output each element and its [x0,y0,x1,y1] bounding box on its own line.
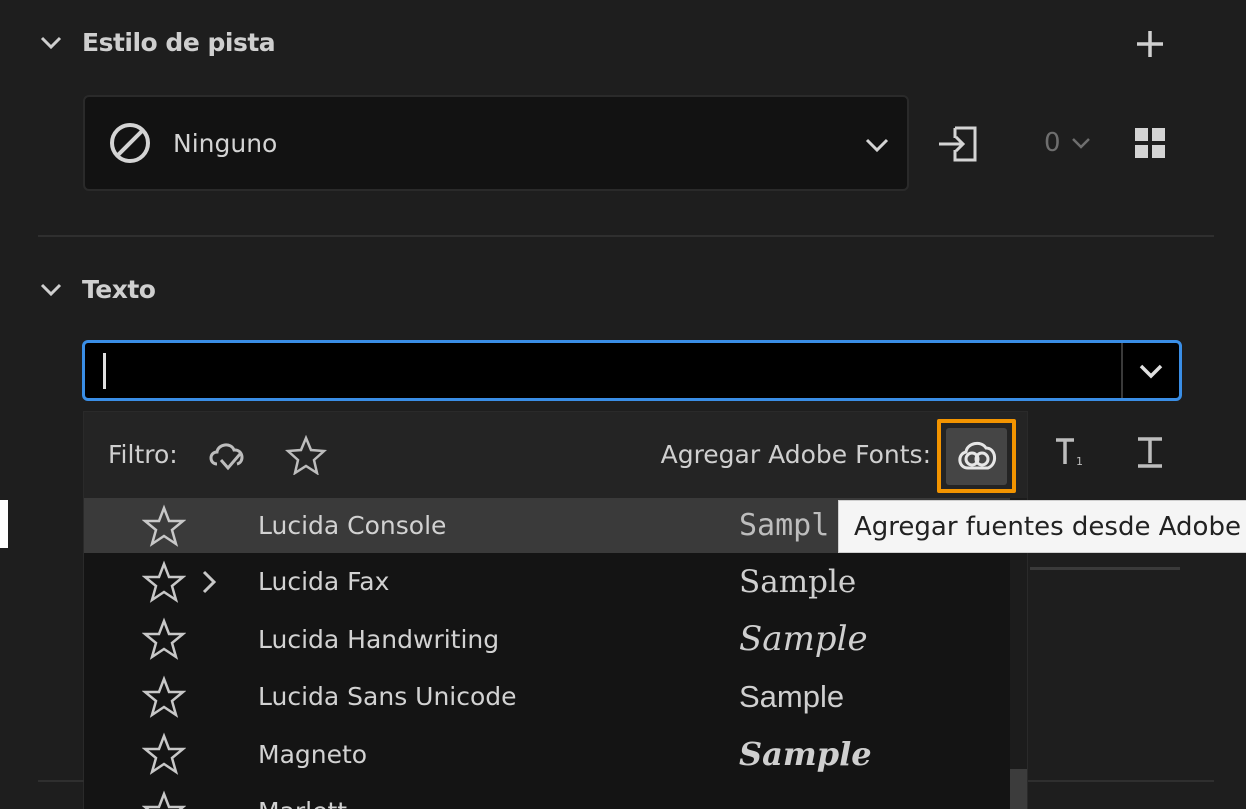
star-icon[interactable] [142,560,186,604]
font-sample: Sample [739,619,868,660]
add-adobe-fonts-button[interactable] [937,419,1016,493]
text-section-title: Texto [82,275,156,304]
font-list-item[interactable]: Lucida Handwriting Sample [84,611,1010,669]
text-section-header[interactable]: Texto [38,275,156,304]
sync-filter-icon[interactable] [206,436,250,476]
track-style-value: Ninguno [173,128,278,158]
track-style-header[interactable]: Estilo de pista [38,28,276,57]
chevron-down-icon[interactable] [38,277,64,303]
font-name: Lucida Handwriting [258,624,500,654]
font-name: Marlett [258,797,347,809]
chevron-right-icon[interactable] [196,569,222,595]
font-list-item[interactable]: Lucida Sans Unicode Sample [84,668,1010,726]
star-icon[interactable] [142,675,186,719]
chevron-down-icon [865,138,889,153]
filter-label: Filtro: [108,440,178,469]
chevron-down-icon [1071,138,1090,149]
font-name: Lucida Fax [258,567,390,597]
star-icon[interactable] [142,790,186,809]
text-baseline-icon[interactable] [1130,432,1170,472]
star-icon[interactable] [142,732,186,776]
font-list-item[interactable]: Magneto Sample [84,726,1010,784]
font-sample: Sample [739,678,845,714]
text-cursor [103,353,106,389]
section-divider [38,235,1214,237]
grid-icon[interactable] [1132,125,1168,161]
font-family-input[interactable] [82,340,1182,401]
svg-text:1: 1 [1076,455,1083,468]
track-style-title: Estilo de pista [82,28,276,57]
font-list-scroll-thumb[interactable] [1010,769,1027,809]
chevron-down-icon[interactable] [38,30,64,56]
track-count-select[interactable]: 0 [1044,128,1091,158]
font-name: Magneto [258,739,368,769]
font-list-item[interactable]: Lucida Fax Sample [84,553,1010,611]
link-track-icon[interactable] [936,122,984,166]
font-sample: Sample [739,735,872,774]
section-divider [1028,780,1214,782]
edge-tab [0,500,8,548]
add-fonts-tooltip: Agregar fuentes desde Adobe [838,500,1246,553]
font-sample: Sample [739,563,857,600]
track-style-select[interactable]: Ninguno [83,95,909,191]
section-divider [38,780,84,782]
star-icon[interactable] [142,617,186,661]
plus-icon[interactable] [1132,26,1168,62]
chevron-down-icon [1139,364,1163,378]
font-filter-bar: Filtro: Agregar Adobe Fonts: [84,412,1027,498]
subscript-icon[interactable]: 1 [1050,432,1090,472]
none-icon [110,123,150,163]
font-name: Lucida Console [258,511,447,540]
add-adobe-fonts-label: Agregar Adobe Fonts: [660,440,931,469]
font-list-item[interactable]: Marlett [84,783,1010,809]
font-name: Lucida Sans Unicode [258,682,517,712]
font-dropdown-panel: Filtro: Agregar Adobe Fonts: Lucida Cons… [83,411,1028,809]
star-icon[interactable] [284,434,328,476]
creative-cloud-icon [946,427,1007,485]
font-sample: Sampl [739,508,830,543]
slider-track [1030,567,1180,570]
font-dropdown-button[interactable] [1121,343,1179,398]
track-count-value: 0 [1044,128,1061,158]
star-icon[interactable] [142,504,186,548]
